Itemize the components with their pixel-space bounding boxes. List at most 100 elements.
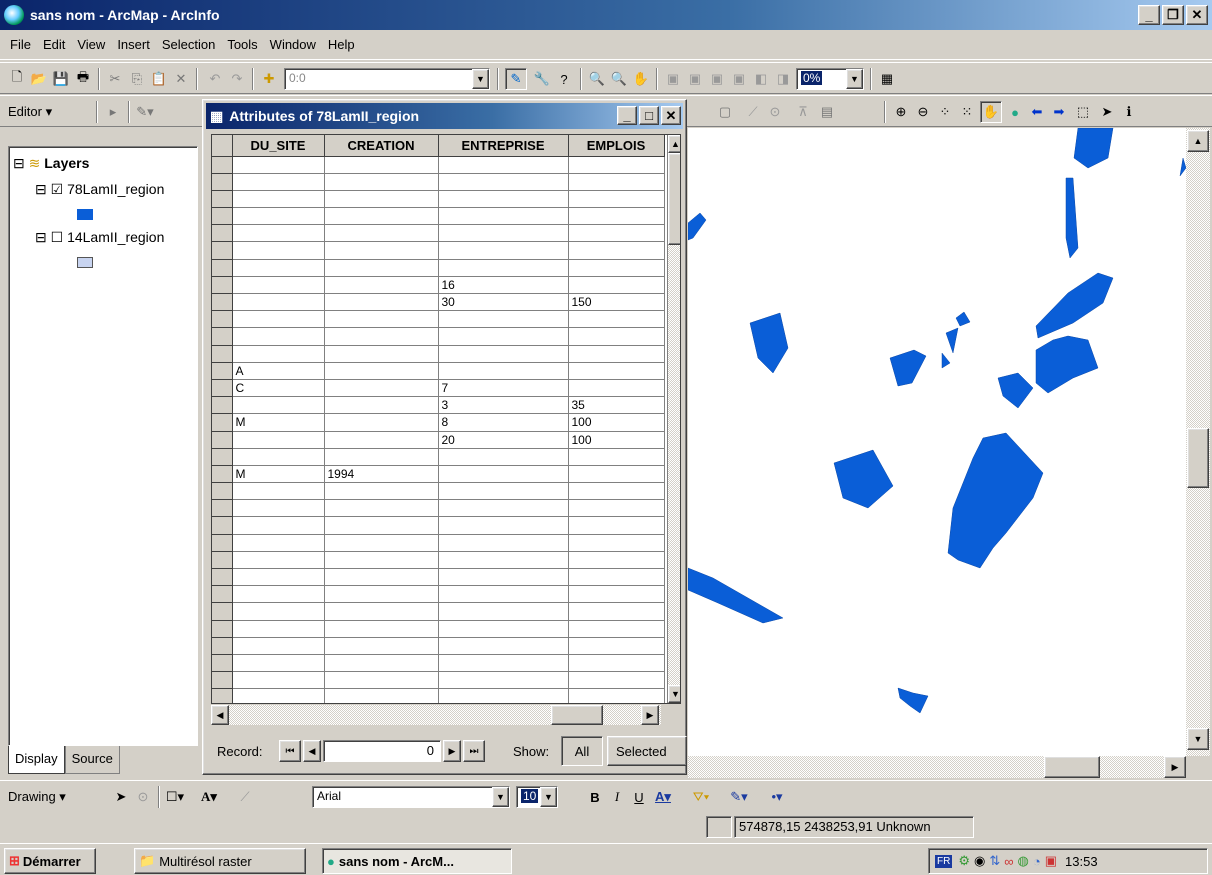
go-back-extent-icon[interactable]: ◧ bbox=[752, 70, 770, 88]
show-all-button[interactable]: All bbox=[561, 736, 603, 766]
table-cell[interactable] bbox=[438, 465, 569, 484]
start-button[interactable]: ⊞ Démarrer bbox=[4, 848, 96, 874]
row-selector[interactable] bbox=[212, 465, 233, 484]
table-cell[interactable] bbox=[438, 482, 569, 501]
table-cell[interactable] bbox=[568, 516, 665, 535]
table-cell[interactable] bbox=[438, 499, 569, 518]
rotate-icon[interactable]: ⊙ bbox=[134, 788, 152, 806]
table-cell[interactable] bbox=[324, 362, 439, 380]
table-cell[interactable] bbox=[324, 241, 439, 260]
tray-update-icon[interactable]: ◔ bbox=[1033, 854, 1041, 869]
table-row[interactable] bbox=[212, 241, 665, 260]
table-row[interactable]: M 8 100 bbox=[212, 413, 665, 432]
row-selector[interactable] bbox=[212, 637, 233, 655]
table-cell[interactable] bbox=[324, 482, 439, 501]
map-scroll-down-button[interactable]: ▼ bbox=[1187, 728, 1209, 750]
layers-root[interactable]: ⊟ ≋ Layers bbox=[13, 155, 89, 172]
table-cell[interactable] bbox=[324, 327, 439, 346]
redo-icon[interactable]: ↷ bbox=[228, 70, 246, 88]
table-cell[interactable] bbox=[568, 637, 665, 655]
row-selector[interactable] bbox=[212, 654, 233, 673]
tray-network-icon[interactable]: ⚙ bbox=[958, 853, 970, 869]
table-cell[interactable] bbox=[568, 671, 665, 690]
table-cell[interactable] bbox=[232, 156, 325, 174]
table-cell[interactable] bbox=[568, 345, 665, 363]
table-cell[interactable] bbox=[438, 173, 569, 191]
table-cell[interactable]: 3 bbox=[438, 396, 569, 415]
copy-icon[interactable]: ⎘ bbox=[128, 70, 146, 88]
row-selector[interactable] bbox=[212, 431, 233, 449]
select-elements-icon[interactable]: ➤ bbox=[1098, 103, 1116, 121]
table-row[interactable] bbox=[212, 259, 665, 277]
table-cell[interactable] bbox=[568, 224, 665, 243]
table-row[interactable]: 16 bbox=[212, 276, 665, 295]
table-cell[interactable] bbox=[568, 602, 665, 621]
first-record-button[interactable]: ⏮ bbox=[279, 740, 301, 762]
menu-selection[interactable]: Selection bbox=[156, 35, 221, 54]
zoom-percent-combo[interactable]: 0% ▼ bbox=[796, 68, 864, 90]
menu-edit[interactable]: Edit bbox=[37, 35, 71, 54]
table-row[interactable] bbox=[212, 551, 665, 570]
tray-monitor-icon[interactable]: ▣ bbox=[1045, 853, 1057, 869]
table-cell[interactable]: 35 bbox=[568, 396, 665, 415]
table-cell[interactable] bbox=[438, 362, 569, 380]
layout-zoom-in-icon[interactable]: 🔍 bbox=[588, 70, 606, 88]
grid-vertical-scrollbar[interactable]: ▲ ▼ bbox=[667, 135, 680, 703]
paste-icon[interactable]: 📋 bbox=[150, 70, 168, 88]
table-row[interactable] bbox=[212, 585, 665, 604]
table-cell[interactable] bbox=[324, 276, 439, 295]
table-cell[interactable] bbox=[568, 173, 665, 191]
print-icon[interactable]: 🖶 bbox=[74, 69, 92, 88]
table-cell[interactable] bbox=[568, 379, 665, 398]
layer-78lamii[interactable]: ⊟ ☑ 78LamII_region bbox=[35, 181, 164, 198]
close-button[interactable]: ✕ bbox=[1186, 5, 1208, 25]
menu-tools[interactable]: Tools bbox=[221, 35, 263, 54]
row-selector[interactable] bbox=[212, 207, 233, 226]
table-cell[interactable] bbox=[232, 241, 325, 260]
menu-insert[interactable]: Insert bbox=[111, 35, 156, 54]
select-elements-arrow-icon[interactable]: ➤ bbox=[112, 788, 130, 806]
save-icon[interactable]: 💾 bbox=[52, 70, 70, 88]
toggle-draft-mode-icon[interactable]: ▦ bbox=[878, 70, 896, 88]
attr-maximize-button[interactable]: □ bbox=[639, 106, 659, 125]
table-cell[interactable] bbox=[438, 620, 569, 638]
table-cell[interactable] bbox=[232, 671, 325, 690]
table-row[interactable] bbox=[212, 620, 665, 638]
edit-vertices-icon[interactable]: ⟋ bbox=[236, 788, 254, 806]
italic-icon[interactable]: I bbox=[608, 788, 626, 806]
table-cell[interactable] bbox=[324, 207, 439, 226]
layer-checkbox-checked[interactable]: ☑ bbox=[51, 181, 64, 197]
table-cell[interactable] bbox=[232, 654, 325, 673]
table-cell[interactable]: 30 bbox=[438, 293, 569, 312]
table-cell[interactable] bbox=[568, 448, 665, 466]
scale-combo[interactable]: 0:0 ▼ bbox=[284, 68, 490, 90]
table-cell[interactable]: 20 bbox=[438, 431, 569, 449]
table-cell[interactable] bbox=[324, 637, 439, 655]
table-cell[interactable] bbox=[568, 241, 665, 260]
table-cell[interactable] bbox=[568, 259, 665, 277]
table-cell[interactable] bbox=[568, 327, 665, 346]
menu-file[interactable]: File bbox=[4, 35, 37, 54]
table-cell[interactable] bbox=[568, 620, 665, 638]
table-cell[interactable]: 7 bbox=[438, 379, 569, 398]
editor-toolbar-icon[interactable]: ✎ bbox=[505, 68, 527, 90]
row-selector[interactable] bbox=[212, 413, 233, 432]
drawing-menu[interactable]: Drawing ▾ bbox=[8, 789, 66, 805]
full-extent-globe-icon[interactable]: ● bbox=[1006, 103, 1024, 121]
restore-button[interactable]: ❐ bbox=[1162, 5, 1184, 25]
row-selector[interactable] bbox=[212, 310, 233, 329]
table-cell[interactable] bbox=[568, 156, 665, 174]
menu-window[interactable]: Window bbox=[264, 35, 322, 54]
table-cell[interactable] bbox=[438, 637, 569, 655]
table-cell[interactable] bbox=[438, 241, 569, 260]
table-row[interactable] bbox=[212, 499, 665, 518]
table-cell[interactable]: 100 bbox=[568, 431, 665, 449]
grid-scroll-right-button[interactable]: ▶ bbox=[641, 705, 659, 725]
row-selector[interactable] bbox=[212, 534, 233, 552]
select-features-icon[interactable]: ⬚ bbox=[1074, 103, 1092, 121]
attr-close-button[interactable]: ✕ bbox=[661, 106, 681, 125]
table-cell[interactable] bbox=[324, 620, 439, 638]
table-cell[interactable] bbox=[568, 654, 665, 673]
table-cell[interactable] bbox=[438, 688, 569, 703]
sketch-tool-icon[interactable]: ✎▾ bbox=[136, 103, 154, 121]
